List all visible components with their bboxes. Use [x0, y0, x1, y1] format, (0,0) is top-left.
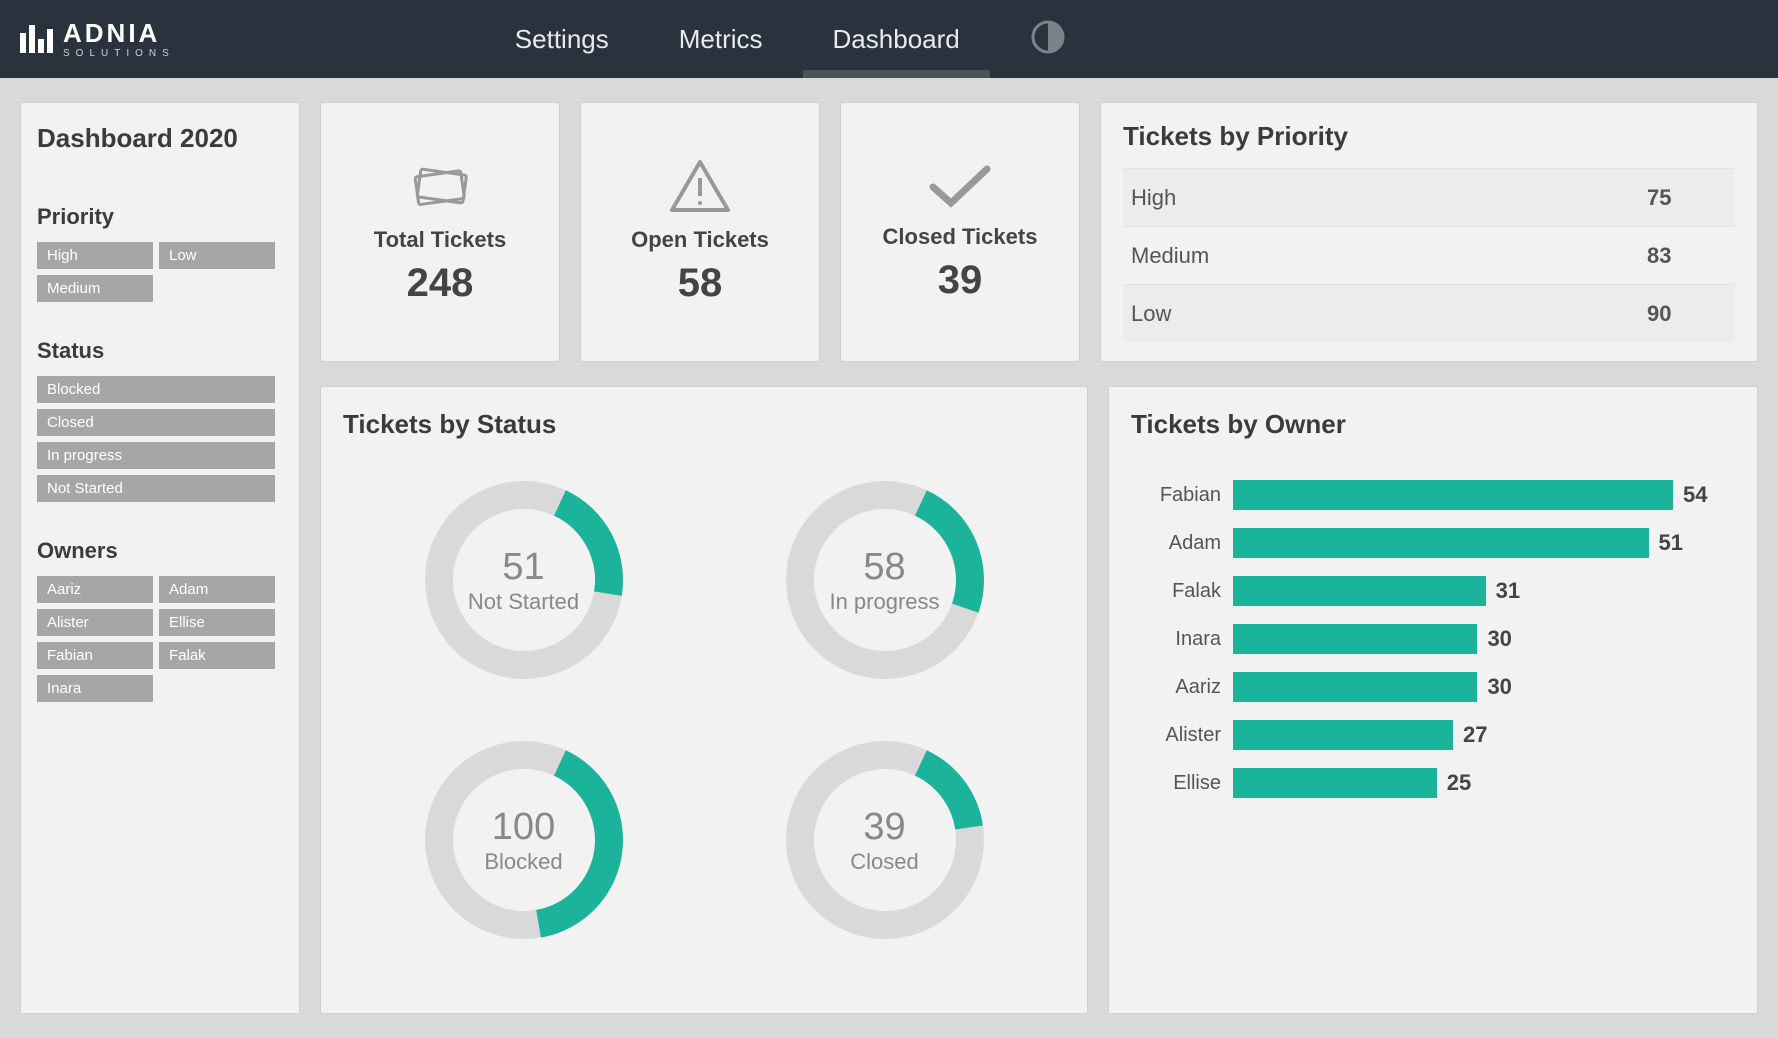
filter-pill-not-started[interactable]: Not Started: [37, 475, 275, 502]
bar-value: 54: [1683, 482, 1707, 508]
filter-sidebar: Dashboard 2020 Priority HighLowMedium Stat…: [20, 102, 300, 1014]
filter-heading-status: Status: [37, 338, 283, 364]
tickets-icon: [405, 159, 475, 219]
bar-value: 25: [1447, 770, 1471, 796]
filter-pill-alister[interactable]: Alister: [37, 609, 153, 636]
bar-fill: [1233, 624, 1477, 654]
page-title: Dashboard 2020: [37, 123, 283, 154]
owner-bar-fabian: Fabian 54: [1131, 480, 1735, 510]
donut-value: 100: [484, 806, 562, 849]
priority-value: 75: [1647, 185, 1727, 211]
bar-value: 51: [1659, 530, 1683, 556]
filter-pill-high[interactable]: High: [37, 242, 153, 269]
bar-fill: [1233, 768, 1437, 798]
owner-name: Falak: [1131, 580, 1221, 603]
priority-label: High: [1131, 185, 1647, 211]
filter-pill-blocked[interactable]: Blocked: [37, 376, 275, 403]
theme-toggle-icon[interactable]: [1030, 19, 1066, 60]
owner-name: Fabian: [1131, 484, 1221, 507]
donut-blocked: 100Blocked: [343, 710, 704, 970]
donut-in-progress: 58In progress: [704, 450, 1065, 710]
donut-caption: Not Started: [468, 589, 579, 615]
donut-caption: Blocked: [484, 849, 562, 875]
owner-name: Adam: [1131, 532, 1221, 555]
filter-heading-priority: Priority: [37, 204, 283, 230]
card-title: Tickets by Priority: [1123, 121, 1735, 152]
filter-pill-medium[interactable]: Medium: [37, 275, 153, 302]
owner-name: Aariz: [1131, 676, 1221, 699]
donut-closed: 39Closed: [704, 710, 1065, 970]
owner-bar-ellise: Ellise 25: [1131, 768, 1735, 798]
owner-name: Alister: [1131, 724, 1221, 747]
bar-value: 30: [1487, 626, 1511, 652]
filter-pill-inara[interactable]: Inara: [37, 675, 153, 702]
brand-name: ADNIA: [63, 20, 175, 46]
filter-pill-aariz[interactable]: Aariz: [37, 576, 153, 603]
filter-pill-fabian[interactable]: Fabian: [37, 642, 153, 669]
kpi-label: Total Tickets: [374, 227, 506, 253]
filter-pill-falak[interactable]: Falak: [159, 642, 275, 669]
owner-bar-inara: Inara 30: [1131, 624, 1735, 654]
tab-metrics[interactable]: Metrics: [679, 0, 763, 78]
filter-pill-low[interactable]: Low: [159, 242, 275, 269]
logo-mark-icon: [20, 25, 53, 53]
brand-subtitle: SOLUTIONS: [63, 48, 175, 59]
kpi-total-tickets: Total Tickets 248: [320, 102, 560, 362]
priority-label: Medium: [1131, 243, 1647, 269]
bar-value: 31: [1496, 578, 1520, 604]
top-bar: ADNIA SOLUTIONS Settings Metrics Dashboard: [0, 0, 1778, 78]
priority-row-medium: Medium83: [1123, 226, 1735, 284]
check-icon: [925, 161, 995, 216]
warning-icon: [668, 158, 732, 219]
priority-row-high: High75: [1123, 168, 1735, 226]
bar-fill: [1233, 480, 1673, 510]
donut-value: 58: [829, 546, 939, 589]
filter-heading-owners: Owners: [37, 538, 283, 564]
filter-pill-ellise[interactable]: Ellise: [159, 609, 275, 636]
filter-pill-in-progress[interactable]: In progress: [37, 442, 275, 469]
tickets-by-owner-card: Tickets by Owner Fabian 54 Adam 51 Falak 31 In…: [1108, 386, 1758, 1014]
priority-value: 83: [1647, 243, 1727, 269]
owner-bar-alister: Alister 27: [1131, 720, 1735, 750]
kpi-value: 39: [938, 258, 983, 303]
donut-caption: In progress: [829, 589, 939, 615]
brand-logo: ADNIA SOLUTIONS: [20, 20, 175, 59]
bar-fill: [1233, 576, 1486, 606]
filter-pill-closed[interactable]: Closed: [37, 409, 275, 436]
filter-pill-adam[interactable]: Adam: [159, 576, 275, 603]
owner-bar-adam: Adam 51: [1131, 528, 1735, 558]
bar-value: 30: [1487, 674, 1511, 700]
priority-label: Low: [1131, 301, 1647, 327]
priority-row-low: Low90: [1123, 284, 1735, 342]
bar-fill: [1233, 672, 1477, 702]
kpi-value: 248: [407, 261, 474, 306]
tickets-by-priority-card: Tickets by Priority High75Medium83Low90: [1100, 102, 1758, 362]
tab-dashboard[interactable]: Dashboard: [833, 0, 960, 78]
card-title: Tickets by Status: [343, 409, 1065, 440]
priority-value: 90: [1647, 301, 1727, 327]
donut-not-started: 51Not Started: [343, 450, 704, 710]
kpi-open-tickets: Open Tickets 58: [580, 102, 820, 362]
owner-bar-falak: Falak 31: [1131, 576, 1735, 606]
nav-tabs: Settings Metrics Dashboard: [515, 0, 960, 78]
donut-caption: Closed: [850, 849, 918, 875]
tickets-by-status-card: Tickets by Status 51Not Started58In prog…: [320, 386, 1088, 1014]
donut-value: 51: [468, 546, 579, 589]
kpi-closed-tickets: Closed Tickets 39: [840, 102, 1080, 362]
bar-value: 27: [1463, 722, 1487, 748]
owner-name: Ellise: [1131, 772, 1221, 795]
card-title: Tickets by Owner: [1131, 409, 1735, 440]
kpi-value: 58: [678, 261, 723, 306]
owner-bar-aariz: Aariz 30: [1131, 672, 1735, 702]
tab-settings[interactable]: Settings: [515, 0, 609, 78]
owner-name: Inara: [1131, 628, 1221, 651]
bar-fill: [1233, 528, 1649, 558]
kpi-label: Closed Tickets: [883, 224, 1038, 250]
donut-value: 39: [850, 806, 918, 849]
kpi-label: Open Tickets: [631, 227, 769, 253]
bar-fill: [1233, 720, 1453, 750]
